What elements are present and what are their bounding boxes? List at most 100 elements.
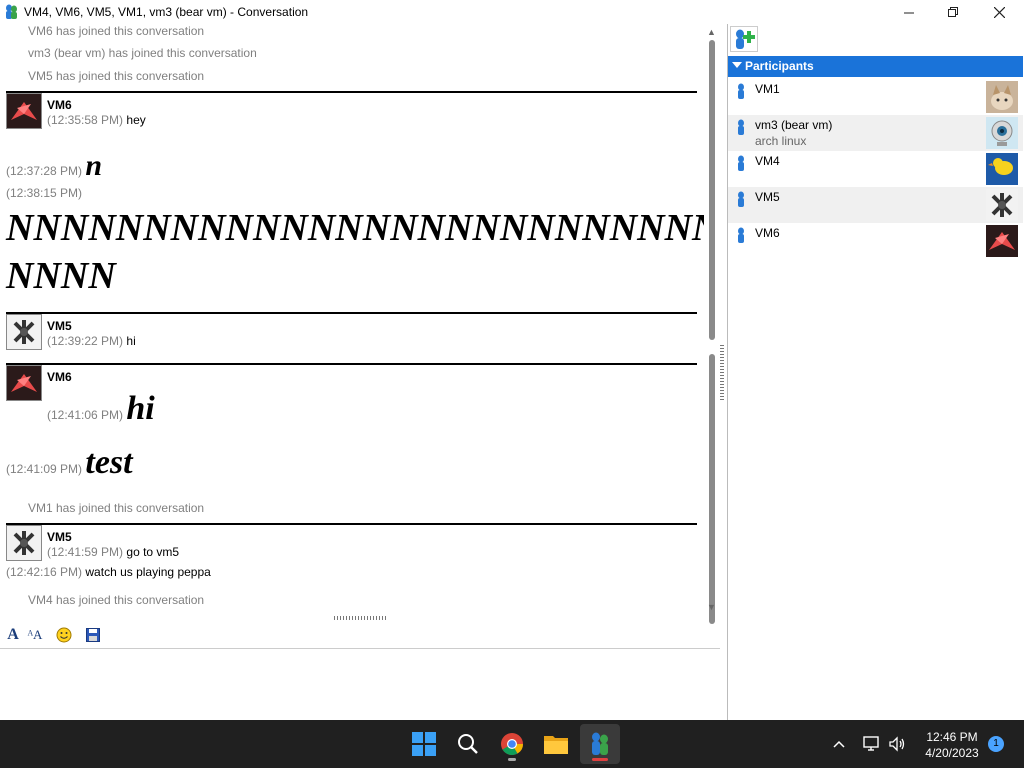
scroll-down-icon[interactable]: ▼ — [707, 602, 716, 612]
font-icon: A — [7, 626, 19, 643]
avatar-vm5 — [6, 314, 42, 350]
volume-button[interactable] — [888, 720, 906, 768]
format-toolbar: A ᴬA — [0, 622, 720, 649]
smiley-button[interactable] — [54, 625, 74, 645]
start-button[interactable] — [404, 724, 444, 764]
timestamp: (12:35:58 PM) — [47, 113, 124, 127]
message-line: (12:37:28 PM) n — [6, 149, 102, 183]
system-message: VM4 has joined this conversation — [28, 593, 205, 607]
jacks-avatar — [986, 189, 1018, 221]
participant-name: vm3 (bear vm) — [755, 118, 833, 132]
participant-row-vm1[interactable]: VM1 — [728, 79, 1023, 115]
vertical-splitter-grip[interactable] — [720, 344, 724, 400]
scrollbar-track[interactable] — [709, 354, 715, 624]
close-button[interactable] — [976, 0, 1022, 24]
participant-row-vm6[interactable]: VM6 — [728, 223, 1023, 259]
message-line: (12:41:06 PM) hi — [47, 390, 155, 428]
message-line: (12:38:15 PM) — [6, 186, 82, 200]
chrome-icon — [501, 733, 523, 755]
message-text: test — [85, 444, 133, 481]
participant-row-vm4[interactable]: VM4 — [728, 151, 1023, 187]
user-status-icon — [738, 155, 744, 171]
participant-row-vm3[interactable]: vm3 (bear vm) arch linux — [728, 115, 1023, 151]
invite-user-icon — [736, 29, 755, 49]
collapse-triangle-icon[interactable] — [732, 62, 742, 68]
participants-header[interactable]: Participants — [728, 56, 1023, 77]
close-icon — [993, 6, 1005, 18]
save-button[interactable] — [83, 625, 103, 645]
crane-avatar-icon — [7, 94, 41, 128]
timestamp: (12:39:22 PM) — [47, 334, 124, 348]
timestamp: (12:37:28 PM) — [6, 164, 83, 178]
pidgin-app-icon — [6, 4, 17, 19]
avatar-vm5 — [6, 525, 42, 561]
clock-date: 4/20/2023 — [925, 746, 979, 760]
invite-button[interactable] — [730, 26, 758, 52]
title-bar: VM4, VM6, VM5, VM1, vm3 (bear vm) - Conv… — [0, 0, 1024, 24]
minimize-button[interactable] — [886, 0, 932, 24]
timestamp: (12:41:59 PM) — [47, 545, 124, 559]
message-text: hi — [126, 334, 136, 348]
save-icon — [86, 628, 100, 642]
participant-name: VM1 — [755, 82, 780, 96]
jacks-avatar-icon — [7, 526, 41, 560]
message-separator — [6, 363, 697, 365]
show-hidden-icons-button[interactable] — [832, 720, 846, 768]
timestamp: (12:41:09 PM) — [6, 462, 83, 476]
participant-name: VM5 — [755, 190, 780, 204]
search-icon — [458, 734, 478, 754]
timestamp: (12:42:16 PM) — [6, 565, 83, 579]
chat-scrollbar[interactable]: ▲ ▼ — [704, 24, 720, 624]
message-sender: VM6 — [47, 370, 72, 384]
font-button[interactable]: A — [3, 625, 23, 645]
chrome-button[interactable] — [492, 724, 532, 764]
message-sender: VM5 — [47, 530, 72, 544]
minimize-icon — [903, 12, 914, 13]
message-separator — [6, 523, 697, 525]
system-message: VM1 has joined this conversation — [28, 501, 205, 515]
network-icon — [863, 736, 879, 751]
horizontal-splitter-grip[interactable] — [334, 616, 388, 620]
scroll-up-icon[interactable]: ▲ — [707, 27, 716, 37]
participant-row-vm5[interactable]: VM5 — [728, 187, 1023, 223]
clock[interactable]: 12:46 PM 4/20/2023 — [912, 729, 992, 761]
avatar-vm6 — [6, 365, 42, 401]
clock-time: 12:46 PM — [926, 730, 978, 744]
message-line: (12:39:22 PM) hi — [47, 334, 136, 348]
message-text: n — [85, 149, 103, 182]
conversation-log[interactable]: VM6 has joined this conversation vm3 (be… — [0, 24, 704, 616]
network-button[interactable] — [862, 720, 880, 768]
pidgin-taskbar-button[interactable] — [580, 724, 620, 764]
cat-avatar — [986, 81, 1018, 113]
timestamp: (12:38:15 PM) — [6, 186, 83, 200]
window-title: VM4, VM6, VM5, VM1, vm3 (bear vm) - Conv… — [24, 5, 309, 19]
file-explorer-button[interactable] — [536, 724, 576, 764]
timestamp: (12:41:06 PM) — [47, 408, 124, 422]
participant-status: arch linux — [755, 134, 807, 148]
active-indicator — [592, 758, 608, 761]
notification-badge[interactable]: 1 — [988, 736, 1004, 752]
participants-header-label: Participants — [745, 59, 814, 73]
system-message: vm3 (bear vm) has joined this conversati… — [28, 46, 257, 60]
font-size-button[interactable]: ᴬA — [25, 625, 45, 645]
avatar-vm6 — [6, 93, 42, 129]
crane-avatar — [986, 225, 1018, 257]
message-line: (12:35:58 PM) hey — [47, 113, 146, 127]
restore-icon — [947, 6, 958, 17]
volume-icon — [889, 736, 905, 752]
search-button[interactable] — [448, 724, 488, 764]
jacks-avatar-icon — [7, 315, 41, 349]
system-message: VM5 has joined this conversation — [28, 69, 205, 83]
participant-name: VM6 — [755, 226, 780, 240]
message-input[interactable] — [0, 649, 720, 719]
message-sender: VM5 — [47, 319, 72, 333]
pidgin-icon — [592, 732, 608, 755]
user-status-icon — [738, 83, 744, 99]
user-status-icon — [738, 119, 744, 135]
scrollbar-thumb[interactable] — [709, 40, 715, 340]
message-text: go to vm5 — [126, 545, 180, 559]
font-size-icon: ᴬA — [27, 627, 43, 642]
system-message: VM6 has joined this conversation — [28, 24, 205, 38]
restore-button[interactable] — [930, 0, 976, 24]
taskbar: 12:46 PM 4/20/2023 — [0, 720, 1024, 768]
